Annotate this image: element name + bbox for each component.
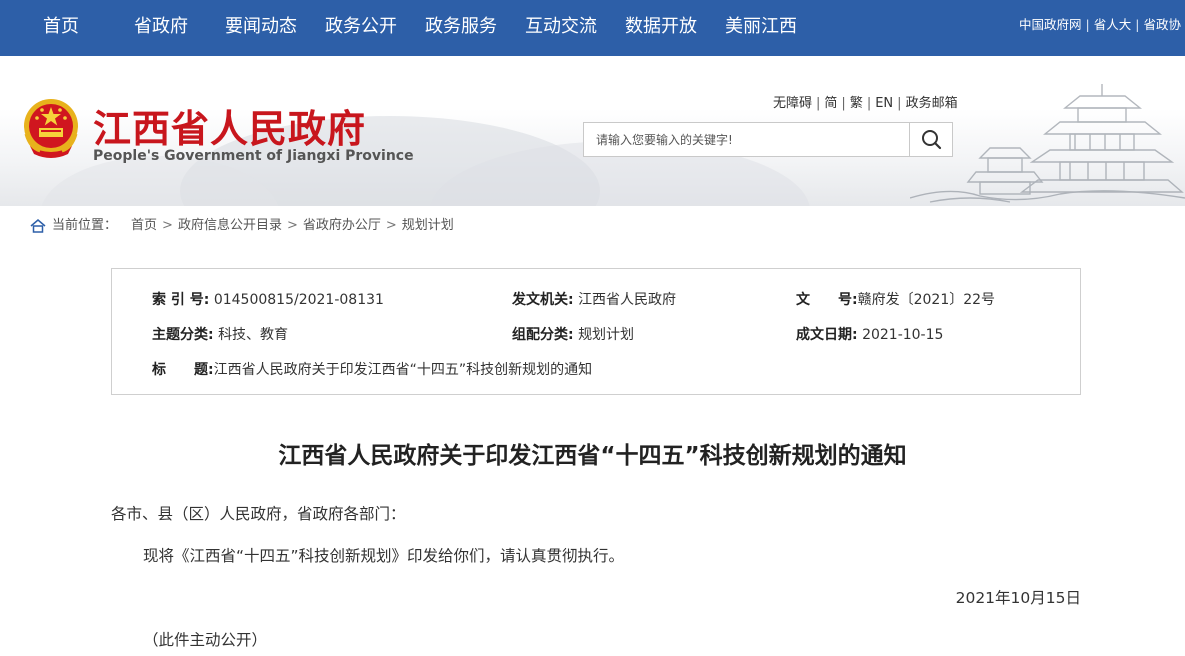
article-salutation: 各市、县（区）人民政府，省政府各部门：	[111, 505, 406, 523]
nav-item-open-data[interactable]: 数据开放	[625, 0, 697, 56]
info-topic-value: 科技、教育	[218, 327, 289, 343]
site-subtitle: People's Government of Jiangxi Province	[93, 148, 414, 164]
info-docno-value: 赣府发〔2021〕22号	[857, 292, 996, 308]
divider: |	[1085, 17, 1090, 32]
info-title: 标 题:江西省人民政府关于印发江西省“十四五”科技创新规划的通知	[152, 359, 592, 379]
info-index-label: 索 引 号:	[152, 292, 210, 308]
nav-item-gov-services[interactable]: 政务服务	[425, 0, 497, 56]
document-info-box: 索 引 号: 014500815/2021-08131 发文机关: 江西省人民政…	[111, 268, 1081, 395]
article-note: （此件主动公开）	[143, 631, 268, 649]
divider: |	[897, 96, 902, 111]
link-china-gov[interactable]: 中国政府网	[1019, 17, 1082, 32]
national-emblem-icon	[24, 99, 78, 158]
breadcrumb-separator: >	[162, 218, 173, 233]
info-date: 成文日期: 2021-10-15	[796, 324, 943, 344]
breadcrumb-planning[interactable]: 规划计划	[402, 218, 454, 233]
info-issuer: 发文机关: 江西省人民政府	[512, 289, 676, 309]
info-topic-label: 主题分类:	[152, 327, 214, 343]
divider: |	[1135, 17, 1140, 32]
nav-item-home[interactable]: 首页	[43, 0, 79, 56]
link-provincial-cppcc[interactable]: 省政协	[1143, 17, 1181, 32]
accessibility-link[interactable]: 无障碍	[773, 96, 812, 111]
nav-item-beautiful-jiangxi[interactable]: 美丽江西	[725, 0, 797, 56]
info-date-label: 成文日期:	[796, 327, 858, 343]
traditional-chinese-link[interactable]: 繁	[850, 96, 863, 111]
breadcrumb-general-office[interactable]: 省政府办公厅	[303, 218, 381, 233]
nav-item-province-government[interactable]: 省政府	[134, 0, 188, 56]
search-input[interactable]	[584, 123, 910, 156]
breadcrumb: 当前位置： 首页 > 政府信息公开目录 > 省政府办公厅 > 规划计划	[30, 216, 454, 236]
breadcrumb-separator: >	[385, 218, 397, 233]
site-header: 江西省人民政府 People's Government of Jiangxi P…	[0, 56, 1185, 206]
divider: |	[816, 96, 821, 111]
breadcrumb-home[interactable]: 首页	[131, 218, 157, 233]
info-topic: 主题分类: 科技、教育	[152, 324, 288, 344]
home-icon	[30, 218, 46, 233]
external-links: 中国政府网 | 省人大 | 省政协	[1019, 0, 1181, 50]
info-document-number: 文 号:赣府发〔2021〕22号	[796, 289, 995, 309]
info-category: 组配分类: 规划计划	[512, 324, 634, 344]
info-category-value: 规划计划	[578, 327, 635, 343]
english-link[interactable]: EN	[875, 96, 893, 111]
breadcrumb-info-catalog[interactable]: 政府信息公开目录	[178, 218, 282, 233]
divider: |	[841, 96, 846, 111]
nav-item-news[interactable]: 要闻动态	[225, 0, 297, 56]
info-index-number: 索 引 号: 014500815/2021-08131	[152, 289, 384, 309]
breadcrumb-label: 当前位置：	[52, 218, 118, 233]
site-title: 江西省人民政府	[93, 106, 367, 151]
info-category-label: 组配分类:	[512, 327, 574, 343]
info-date-value: 2021-10-15	[862, 327, 944, 343]
divider: |	[866, 96, 872, 111]
article-title: 江西省人民政府关于印发江西省“十四五”科技创新规划的通知	[278, 443, 907, 469]
article-date: 2021年10月15日	[955, 589, 1081, 607]
breadcrumb-separator: >	[286, 218, 298, 233]
link-provincial-congress[interactable]: 省人大	[1094, 17, 1132, 32]
pagoda-illustration-icon	[910, 84, 1185, 203]
info-title-value: 江西省人民政府关于印发江西省“十四五”科技创新规划的通知	[213, 362, 593, 378]
info-issuer-label: 发文机关:	[512, 292, 574, 308]
info-issuer-value: 江西省人民政府	[578, 292, 677, 308]
simplified-chinese-link[interactable]: 简	[824, 96, 837, 111]
nav-item-interaction[interactable]: 互动交流	[525, 0, 597, 56]
top-navigation: 首页 省政府 要闻动态 政务公开 政务服务 互动交流 数据开放 美丽江西 中国政…	[0, 0, 1185, 56]
nav-item-gov-info-public[interactable]: 政务公开	[325, 0, 397, 56]
info-docno-label: 文 号:	[796, 292, 858, 308]
info-index-value: 014500815/2021-08131	[213, 292, 384, 308]
article-body: 现将《江西省“十四五”科技创新规划》印发给你们，请认真贯彻执行。	[143, 547, 625, 565]
info-title-label: 标 题:	[152, 362, 214, 378]
search-box	[583, 122, 953, 157]
